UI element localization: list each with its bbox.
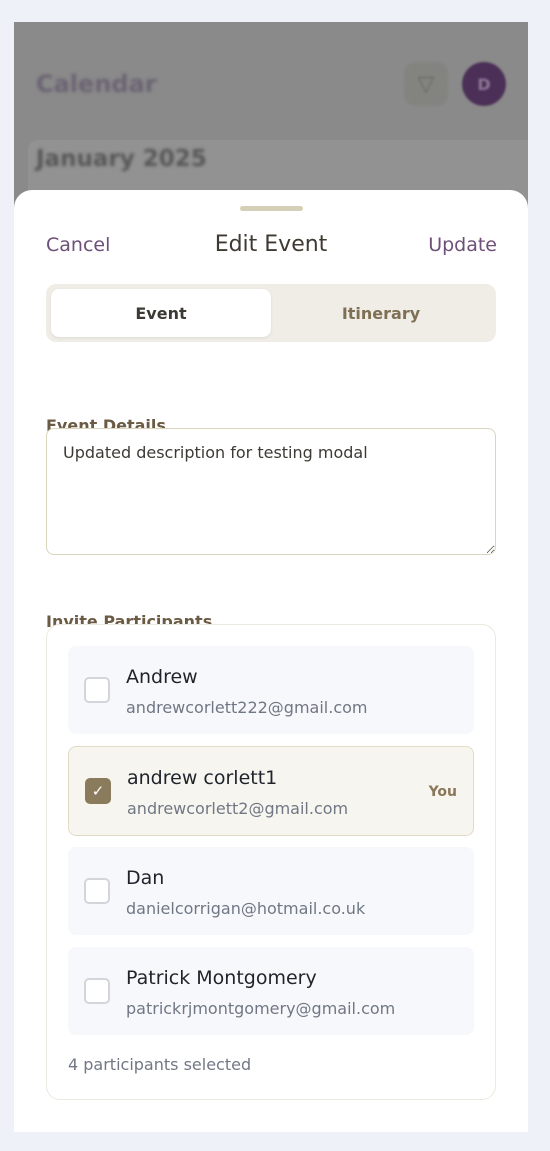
checkbox[interactable] (84, 878, 110, 904)
participant-name: Patrick Montgomery (126, 967, 317, 989)
participant-row[interactable]: Dan danielcorrigan@hotmail.co.uk (68, 847, 474, 935)
checkbox[interactable] (84, 978, 110, 1004)
update-button[interactable]: Update (428, 234, 497, 256)
participant-email: danielcorrigan@hotmail.co.uk (126, 899, 366, 918)
app-frame: Calendar ▽ D January 2025 Cancel Edit Ev… (14, 22, 528, 1132)
participant-name: Andrew (126, 666, 198, 688)
participants-count: 4 participants selected (68, 1055, 252, 1074)
participant-email: andrewcorlett222@gmail.com (126, 698, 368, 717)
drag-handle[interactable] (240, 206, 303, 211)
background-title: Calendar (36, 70, 157, 98)
checkbox[interactable] (84, 677, 110, 703)
filter-icon: ▽ (404, 62, 448, 106)
participant-row[interactable]: Patrick Montgomery patrickrjmontgomery@g… (68, 947, 474, 1035)
participant-row[interactable]: Andrew andrewcorlett222@gmail.com (68, 646, 474, 734)
tab-itinerary[interactable]: Itinerary (271, 289, 491, 337)
checkbox-checked[interactable]: ✓ (85, 778, 111, 804)
edit-event-modal: Cancel Edit Event Update Event Itinerary… (14, 190, 528, 1132)
tab-event[interactable]: Event (51, 289, 271, 337)
participants-list: Andrew andrewcorlett222@gmail.com ✓ andr… (46, 624, 496, 1100)
participant-email: patrickrjmontgomery@gmail.com (126, 999, 396, 1018)
participant-email: andrewcorlett2@gmail.com (127, 799, 349, 818)
avatar: D (462, 62, 506, 106)
participant-name: Dan (126, 867, 165, 889)
event-details-input[interactable] (46, 428, 496, 555)
background-month: January 2025 (36, 146, 207, 172)
check-icon: ✓ (91, 782, 105, 800)
participant-row[interactable]: ✓ andrew corlett1 andrewcorlett2@gmail.c… (68, 746, 474, 836)
you-badge: You (428, 784, 457, 800)
tab-switcher: Event Itinerary (46, 284, 496, 342)
participant-name: andrew corlett1 (127, 767, 278, 789)
